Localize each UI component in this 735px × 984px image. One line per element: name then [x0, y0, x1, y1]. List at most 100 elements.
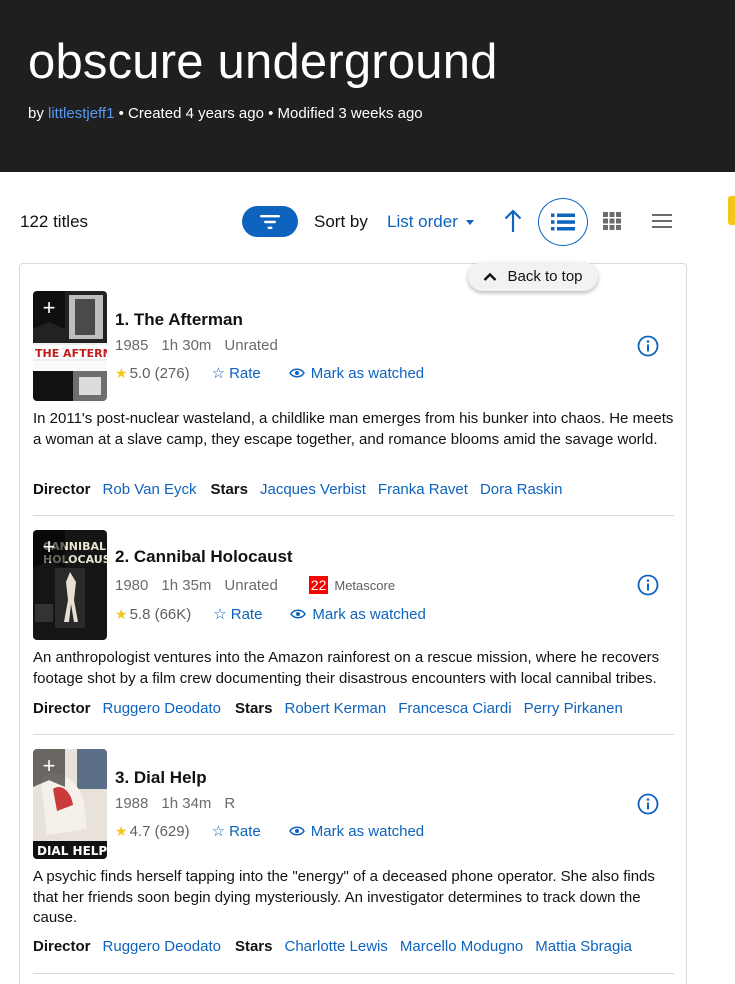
imdb-rating: 5.0	[129, 364, 151, 382]
director-link[interactable]: Rob Van Eyck	[103, 481, 197, 498]
eye-icon	[288, 826, 305, 836]
item-title[interactable]: 1. The Afterman	[115, 310, 243, 330]
item-certificate: R	[224, 795, 236, 812]
rate-label: Rate	[230, 605, 263, 623]
svg-text:DIAL HELP: DIAL HELP	[37, 844, 107, 858]
vote-count: (276)	[154, 364, 190, 382]
list-item: DIAL HELP + 3. Dial Help 1988 1h 34m R ★…	[33, 749, 674, 974]
mark-watched-label: Mark as watched	[312, 605, 426, 623]
plot-summary: An anthropologist ventures into the Amaz…	[33, 649, 660, 687]
item-rating-row: ★ 4.7 (629) ☆ Rate Mark as watched	[115, 822, 425, 841]
star-link[interactable]: Franka Ravet	[378, 481, 468, 498]
compact-list-icon[interactable]	[651, 210, 673, 232]
filter-icon	[260, 214, 280, 229]
stars-label: Stars	[234, 938, 273, 955]
eye-icon	[288, 368, 305, 378]
item-title[interactable]: 2. Cannibal Holocaust	[115, 547, 293, 567]
list-toolbar: 122 titles Sort by List order	[0, 196, 735, 248]
item-rating-row: ★ 5.0 (276) ☆ Rate Mark as watched	[115, 364, 425, 383]
vote-count: (66K)	[154, 605, 192, 623]
page-title: obscure underground	[28, 35, 498, 89]
star-outline-icon: ☆	[211, 823, 226, 840]
detailed-list-icon	[551, 213, 575, 231]
poster-image[interactable]: THE AFTERMAN +	[33, 291, 107, 401]
plot-summary: A psychic finds herself tapping into the…	[33, 868, 655, 926]
sort-dropdown[interactable]: List order	[387, 212, 474, 232]
eye-icon	[290, 609, 307, 619]
star-outline-icon: ☆	[211, 365, 226, 382]
item-year: 1980	[115, 576, 149, 594]
arrow-up-icon[interactable]	[502, 208, 524, 234]
mark-watched-label: Mark as watched	[310, 822, 425, 840]
mark-watched-button[interactable]: Mark as watched	[290, 605, 426, 623]
list-item: THE AFTERMAN + 1. The Afterman 1985 1h 3…	[33, 291, 674, 516]
list-item: CANNIBAL HOLOCAUST + 2. Cannibal Holocau…	[33, 530, 674, 735]
rate-button[interactable]: ☆ Rate	[213, 605, 263, 624]
imdb-rating: 5.8	[129, 605, 151, 623]
star-icon: ★	[115, 605, 128, 622]
star-link[interactable]: Marcello Modugno	[400, 938, 523, 955]
filter-button[interactable]	[242, 206, 298, 237]
title-count: 122 titles	[20, 212, 89, 231]
metascore: 22 Metascore	[308, 576, 395, 594]
star-icon: ★	[115, 822, 128, 839]
star-link[interactable]: Francesca Ciardi	[398, 700, 511, 717]
mark-watched-button[interactable]: Mark as watched	[288, 822, 425, 840]
rate-button[interactable]: ☆ Rate	[211, 364, 261, 383]
item-metadata: 1985 1h 30m Unrated	[115, 337, 278, 354]
star-link[interactable]: Perry Pirkanen	[524, 700, 623, 717]
director-label: Director	[33, 938, 91, 955]
mark-watched-label: Mark as watched	[310, 364, 425, 382]
star-link[interactable]: Charlotte Lewis	[284, 938, 387, 955]
poster-image[interactable]: DIAL HELP +	[33, 749, 107, 859]
info-icon[interactable]	[637, 793, 659, 815]
item-title[interactable]: 3. Dial Help	[115, 768, 207, 788]
created-info: • Created 4 years ago	[118, 105, 264, 122]
star-link[interactable]: Dora Raskin	[480, 481, 563, 498]
divider	[33, 973, 674, 974]
director-link[interactable]: Ruggero Deodato	[103, 700, 221, 717]
stars-label: Stars	[210, 481, 248, 498]
item-metadata: 1980 1h 35m Unrated 22 Metascore	[115, 576, 395, 594]
star-link[interactable]: Jacques Verbist	[260, 481, 366, 498]
author-link[interactable]: littlestjeff1	[48, 105, 114, 122]
back-to-top-label: Back to top	[507, 268, 583, 285]
back-to-top-button[interactable]: Back to top	[468, 262, 598, 291]
sort-value: List order	[387, 212, 458, 231]
detailed-view-button[interactable]	[538, 198, 588, 246]
item-runtime: 1h 30m	[161, 337, 212, 354]
rate-button[interactable]: ☆ Rate	[211, 822, 261, 841]
svg-text:THE AFTERMAN: THE AFTERMAN	[35, 347, 107, 360]
director-link[interactable]: Ruggero Deodato	[103, 938, 221, 955]
item-year: 1985	[115, 337, 149, 354]
star-icon: ★	[115, 364, 128, 381]
star-outline-icon: ☆	[213, 606, 227, 623]
poster-image[interactable]: CANNIBAL HOLOCAUST +	[33, 530, 107, 640]
item-runtime: 1h 35m	[161, 576, 212, 594]
credits: Director Ruggero Deodato Stars Charlotte…	[33, 938, 632, 955]
grid-icon[interactable]	[601, 210, 623, 232]
vote-count: (629)	[154, 822, 190, 840]
item-rating-row: ★ 5.8 (66K) ☆ Rate Mark as watched	[115, 605, 426, 624]
star-link[interactable]: Robert Kerman	[284, 700, 386, 717]
item-certificate: Unrated	[224, 337, 278, 354]
rate-label: Rate	[229, 364, 261, 382]
item-runtime: 1h 34m	[161, 795, 212, 812]
credits: Director Ruggero Deodato Stars Robert Ke…	[33, 700, 623, 717]
mark-watched-button[interactable]: Mark as watched	[288, 364, 425, 382]
item-year: 1988	[115, 795, 149, 812]
director-label: Director	[33, 481, 91, 498]
info-icon[interactable]	[637, 574, 659, 596]
divider	[33, 515, 674, 516]
caret-down-icon	[465, 220, 474, 225]
director-label: Director	[33, 700, 91, 717]
list-header: obscure underground by littlestjeff1 • C…	[0, 0, 735, 172]
plot-summary: In 2011's post-nuclear wasteland, a chil…	[33, 410, 674, 448]
list-meta: by littlestjeff1 • Created 4 years ago •…	[28, 105, 423, 122]
star-link[interactable]: Mattia Sbragia	[535, 938, 632, 955]
credits: Director Rob Van Eyck Stars Jacques Verb…	[33, 481, 562, 498]
sort-label: Sort by	[314, 212, 368, 231]
chevron-up-icon	[484, 272, 497, 281]
info-icon[interactable]	[637, 335, 659, 357]
imdb-rating: 4.7	[129, 822, 151, 840]
